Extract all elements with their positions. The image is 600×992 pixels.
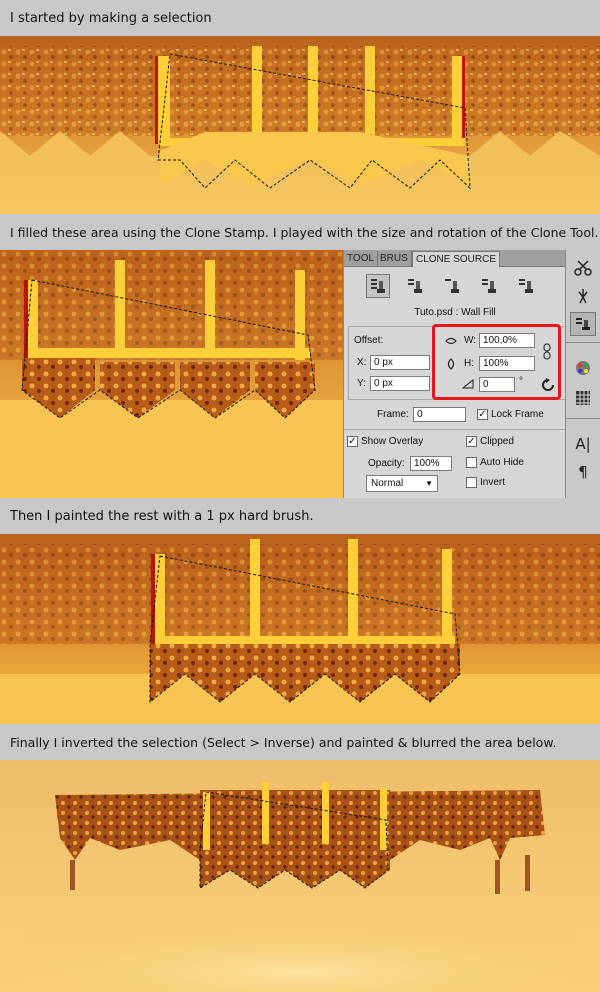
panel-tab-bar: TOOL BRUS CLONE SOURCE (344, 250, 566, 267)
clone-source-icon[interactable] (570, 312, 596, 336)
clone-source-3-button[interactable] (440, 274, 464, 298)
scissors-icon[interactable] (570, 256, 596, 280)
auto-hide-checkbox[interactable] (466, 457, 477, 468)
invert-checkbox[interactable] (466, 477, 477, 488)
x-label: X: (357, 357, 367, 368)
caption-step-1: I started by making a selection (0, 0, 600, 36)
tab-brushes[interactable]: BRUS (377, 251, 412, 267)
highlight-box (432, 324, 561, 400)
y-offset-input[interactable]: 0 px (370, 376, 430, 391)
caption-step-2: I filled these area using the Clone Stam… (0, 214, 600, 250)
photo-step-2 (0, 250, 343, 498)
auto-hide-label: Auto Hide (480, 457, 524, 468)
caption-step-3: Then I painted the rest with a 1 px hard… (0, 498, 600, 534)
frame-offset-input[interactable]: 0 (413, 407, 466, 422)
frame-label: Frame: (377, 409, 409, 420)
blend-mode-value: Normal (371, 478, 404, 489)
source-document-label: Tuto.psd : Wall Fill (414, 307, 496, 318)
swatches-icon[interactable] (570, 356, 596, 380)
clone-stamp-icon (371, 279, 385, 293)
clipped-checkbox[interactable]: ✓ (466, 436, 477, 447)
opacity-input[interactable]: 100% (410, 456, 452, 471)
y-label: Y: (357, 378, 366, 389)
show-overlay-checkbox[interactable]: ✓ (347, 436, 358, 447)
character-icon[interactable]: A| (570, 432, 596, 456)
photo-step-4 (0, 760, 600, 992)
caption-step-4: Finally I inverted the selection (Select… (0, 724, 600, 760)
show-overlay-label: Show Overlay (361, 436, 424, 447)
clone-stamp-icon (482, 279, 496, 293)
chevron-down-icon: ▼ (425, 479, 433, 488)
lock-frame-checkbox[interactable]: ✓ (477, 409, 488, 420)
clone-source-5-button[interactable] (514, 274, 538, 298)
clone-source-4-button[interactable] (477, 274, 501, 298)
clipped-label: Clipped (480, 436, 514, 447)
puppet-icon[interactable] (570, 284, 596, 308)
offset-label: Offset: (354, 335, 384, 346)
clone-source-2-button[interactable] (403, 274, 427, 298)
opacity-label: Opacity: (368, 458, 405, 469)
clone-stamp-icon (519, 279, 533, 293)
clone-source-buttons (366, 274, 566, 298)
photo-step-1 (0, 36, 600, 214)
tab-clone-source[interactable]: CLONE SOURCE (412, 251, 501, 267)
invert-label: Invert (480, 477, 506, 488)
clone-stamp-icon (445, 279, 459, 293)
grid-icon[interactable] (570, 386, 596, 410)
tab-tool-presets[interactable]: TOOL (344, 251, 379, 267)
blend-mode-select[interactable]: Normal ▼ (366, 475, 438, 492)
paragraph-icon[interactable]: ¶ (570, 460, 596, 484)
photo-step-3 (0, 534, 600, 724)
x-offset-input[interactable]: 0 px (370, 355, 430, 370)
clone-stamp-icon (408, 279, 422, 293)
lock-frame-label: Lock Frame (491, 409, 544, 420)
clone-source-1-button[interactable] (366, 274, 390, 298)
panel-dock-strip: A| ¶ (565, 250, 600, 498)
